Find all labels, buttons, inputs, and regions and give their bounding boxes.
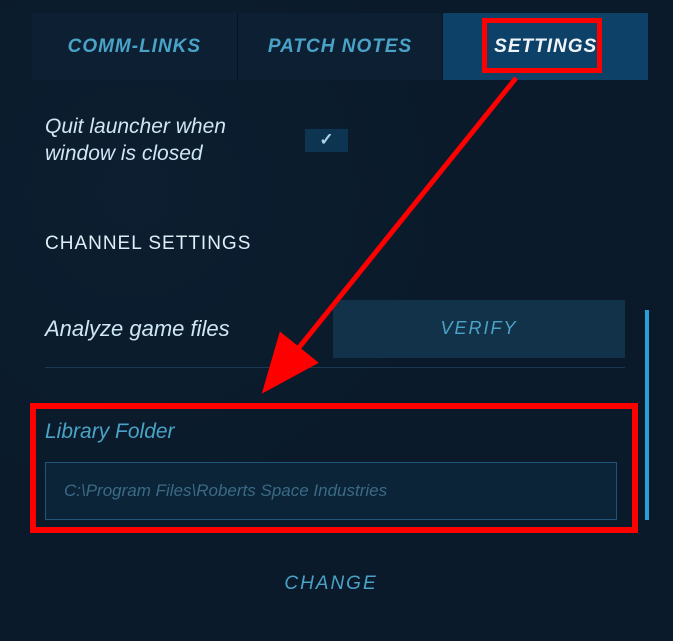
tab-settings[interactable]: SETTINGS — [443, 13, 648, 80]
tab-patch-notes[interactable]: PATCH NOTES — [238, 13, 444, 80]
tab-bar: COMM-LINKS PATCH NOTES SETTINGS — [32, 13, 648, 80]
verify-button-label: VERIFY — [440, 318, 517, 339]
channel-settings-title: CHANNEL SETTINGS — [45, 233, 251, 255]
scrollbar-thumb[interactable] — [645, 310, 649, 520]
tab-comm-links[interactable]: COMM-LINKS — [32, 13, 238, 80]
checkmark-icon: ✓ — [319, 130, 333, 150]
verify-button[interactable]: VERIFY — [333, 300, 625, 358]
tab-label: SETTINGS — [494, 36, 597, 58]
tab-label: COMM-LINKS — [68, 36, 201, 58]
library-path-input[interactable] — [45, 462, 617, 520]
quit-setting-row: Quit launcher when window is closed ✓ — [45, 113, 355, 168]
tab-label: PATCH NOTES — [268, 36, 412, 58]
change-button[interactable]: CHANGE — [45, 558, 617, 610]
analyze-row: Analyze game files VERIFY — [45, 310, 625, 368]
quit-checkbox[interactable]: ✓ — [305, 129, 348, 152]
analyze-label: Analyze game files — [45, 316, 230, 342]
library-folder-section: Library Folder — [45, 420, 617, 520]
library-folder-label: Library Folder — [45, 420, 617, 444]
quit-label: Quit launcher when window is closed — [45, 113, 260, 168]
change-button-label: CHANGE — [284, 573, 377, 594]
